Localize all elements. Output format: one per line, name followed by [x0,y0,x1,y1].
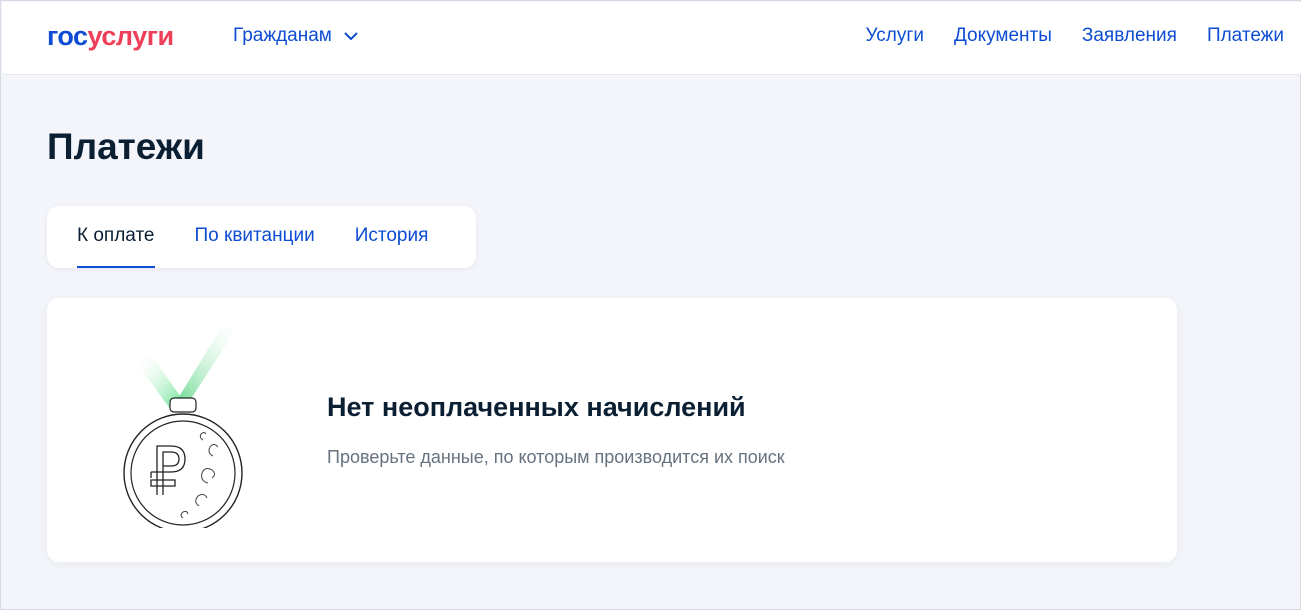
header: госуслуги Гражданам Услуги Документы Зая… [2,2,1301,75]
tab-by-receipt[interactable]: По квитанции [195,206,315,268]
tab-history[interactable]: История [355,206,429,268]
gosuslugi-logo[interactable]: госуслуги [47,21,174,52]
tab-to-pay[interactable]: К оплате [77,206,155,268]
page-title: Платежи [47,126,205,167]
page-frame: госуслуги Гражданам Услуги Документы Зая… [0,0,1301,610]
logo-part-gos: гос [47,21,88,51]
empty-state-card: Нет неоплаченных начислений Проверьте да… [47,298,1177,562]
nav-link-payments[interactable]: Платежи [1207,25,1284,47]
nav-link-services[interactable]: Услуги [866,25,924,47]
nav-link-documents[interactable]: Документы [954,25,1052,47]
nav-link-applications[interactable]: Заявления [1082,25,1177,47]
chevron-down-icon [344,32,358,40]
payment-tabs: К оплате По квитанции История [47,206,476,268]
ruble-medal-icon [123,328,243,528]
audience-selector-label: Гражданам [233,25,332,46]
empty-state-title: Нет неоплаченных начислений [327,392,746,422]
logo-part-uslugi: услуги [87,21,175,51]
audience-selector[interactable]: Гражданам [233,25,358,47]
empty-state-text: Проверьте данные, по которым производитс… [327,447,785,467]
top-nav: Услуги Документы Заявления Платежи [836,25,1285,47]
